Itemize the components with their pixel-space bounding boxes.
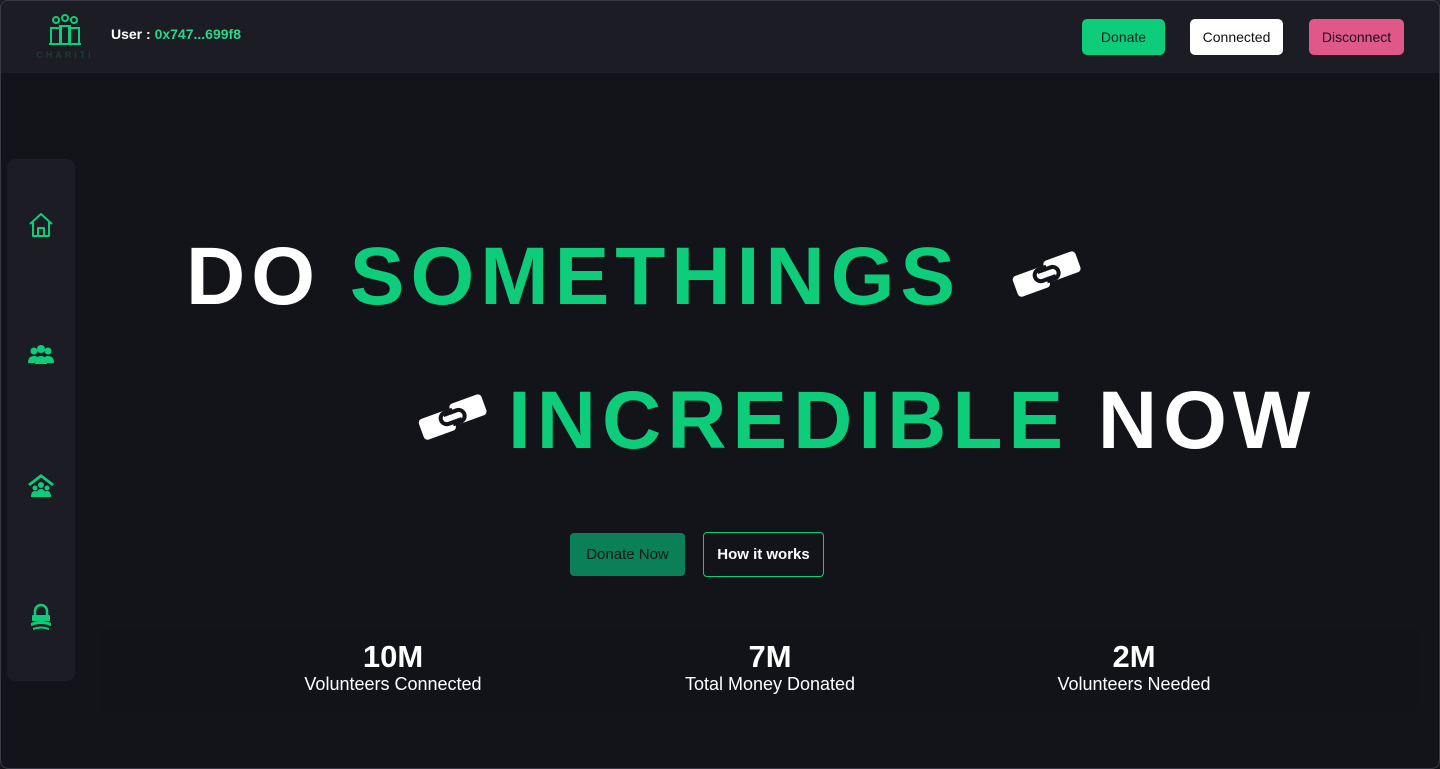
sidebar-item-charity[interactable]: [26, 471, 56, 501]
sidebar: [7, 159, 75, 681]
top-header: CHARITI User : 0x747...699f8 Donate Conn…: [0, 0, 1440, 73]
sidebar-item-home[interactable]: [26, 210, 56, 240]
stat-label: Volunteers Connected: [304, 673, 482, 694]
stat-total-money-donated: 7M Total Money Donated: [670, 639, 870, 695]
stat-volunteers-connected: 10M Volunteers Connected: [293, 639, 493, 695]
hero-incredible-text: INCREDIBLE: [508, 375, 1070, 466]
handshake-icon: [1009, 243, 1085, 307]
hero-now-text: NOW: [1069, 375, 1317, 466]
charity-house-icon: [28, 474, 54, 497]
user-info: User : 0x747...699f8: [111, 26, 241, 42]
lock-icon: [31, 603, 51, 630]
disconnect-button[interactable]: Disconnect: [1309, 19, 1404, 55]
stats-panel: 10M Volunteers Connected 7M Total Money …: [100, 627, 1418, 712]
user-address: 0x747...699f8: [154, 26, 241, 42]
chariti-logo[interactable]: CHARITI: [34, 12, 96, 60]
users-icon: [28, 345, 54, 364]
connected-button[interactable]: Connected: [1190, 19, 1283, 55]
hero-somethings-text: SOMETHINGS: [349, 231, 962, 322]
stat-label: Volunteers Needed: [1057, 673, 1211, 694]
how-it-works-button[interactable]: How it works: [703, 532, 824, 577]
hero-headline-line2: INCREDIBLE NOW: [508, 380, 1316, 462]
donate-button[interactable]: Donate: [1082, 19, 1165, 55]
sidebar-item-volunteers[interactable]: [26, 340, 56, 370]
user-label: User :: [111, 26, 155, 42]
logo-text: CHARITI: [36, 50, 94, 60]
handshake-icon: [415, 386, 491, 450]
logo-people-icon: [49, 14, 81, 45]
sidebar-item-secure[interactable]: [26, 601, 56, 631]
hero-do-text: DO: [186, 231, 350, 322]
stat-label: Total Money Donated: [684, 673, 856, 694]
home-icon: [29, 213, 53, 237]
stat-value: 7M: [748, 639, 792, 674]
stat-value: 10M: [362, 639, 424, 674]
donate-now-button[interactable]: Donate Now: [570, 533, 685, 576]
stat-value: 2M: [1112, 639, 1156, 674]
stat-volunteers-needed: 2M Volunteers Needed: [1034, 639, 1234, 695]
hero-headline-line1: DO SOMETHINGS: [186, 236, 961, 318]
